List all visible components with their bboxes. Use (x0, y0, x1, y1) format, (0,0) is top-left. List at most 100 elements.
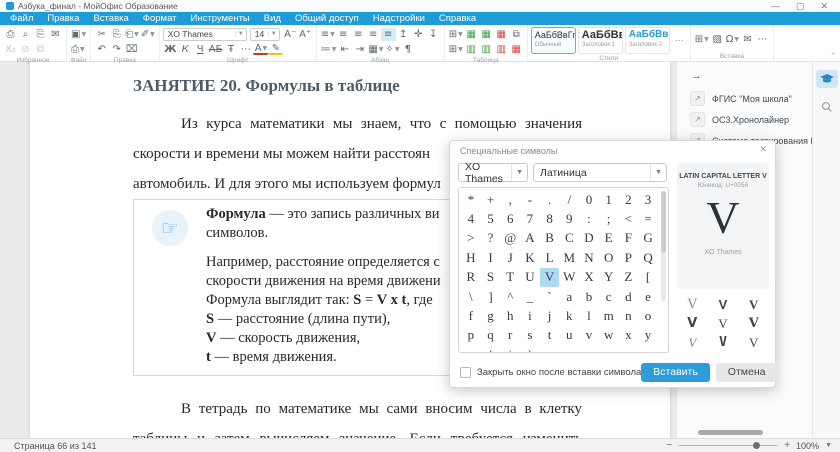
char-cell[interactable]: n (619, 306, 639, 325)
menu-item-0[interactable]: Файл (3, 12, 40, 25)
insert-table2-icon[interactable]: ⊞▼ (694, 33, 710, 46)
char-cell[interactable]: 6 (500, 209, 520, 228)
char-cell[interactable]: { (481, 345, 501, 353)
close-after-insert-checkbox[interactable] (460, 367, 471, 378)
char-cell[interactable]: u (559, 326, 579, 345)
zoom-dropdown-icon[interactable]: ▼ (825, 442, 832, 449)
char-cell[interactable]: O (599, 248, 619, 267)
add-row-above-icon[interactable]: ▥ (464, 43, 479, 56)
save-icon[interactable]: ▣▼ (70, 28, 87, 41)
delete-column-icon[interactable]: ▦ (494, 28, 509, 41)
char-cell[interactable]: M (559, 248, 579, 267)
more-styles-icon[interactable]: ⋯ (672, 35, 687, 46)
cut-icon[interactable]: ✂ (94, 28, 109, 41)
char-cell[interactable]: b (579, 287, 599, 306)
redo-icon[interactable]: ↷ (109, 43, 124, 56)
char-cell[interactable]: h (500, 306, 520, 325)
char-cell[interactable]: 7 (520, 209, 540, 228)
char-cell[interactable]: } (520, 345, 540, 353)
char-cell[interactable]: + (481, 190, 501, 209)
more-font-icon[interactable]: ⋯ (238, 43, 253, 56)
insert-symbol-icon[interactable]: Ω▼ (725, 33, 740, 46)
font-variant-cell[interactable]: V (677, 314, 708, 333)
dialog-font-select[interactable]: XO Thames ▼ (458, 163, 528, 182)
line-spacing-icon[interactable]: ↥ (396, 28, 411, 41)
char-cell[interactable]: T (500, 268, 520, 287)
outdent-icon[interactable]: ⇤ (337, 43, 352, 56)
char-cell[interactable]: 2 (619, 190, 639, 209)
char-cell[interactable]: E (599, 229, 619, 248)
add-row-below-icon[interactable]: ▥ (479, 43, 494, 56)
char-cell[interactable]: P (619, 248, 639, 267)
char-cell[interactable]: k (559, 306, 579, 325)
italic-icon[interactable]: К (178, 43, 193, 56)
char-cell[interactable]: B (540, 229, 560, 248)
spacing-icon[interactable]: ✛ (411, 28, 426, 41)
char-cell[interactable]: 5 (481, 209, 501, 228)
menu-item-5[interactable]: Вид (257, 12, 288, 25)
char-cell[interactable]: , (500, 190, 520, 209)
dialog-close-icon[interactable]: ✕ (759, 144, 767, 155)
char-cell[interactable]: < (619, 209, 639, 228)
sidebar-item-1[interactable]: ↗ОС3.Хронолайнер (677, 109, 812, 130)
sidebar-back-icon[interactable]: → (691, 70, 812, 82)
char-cell[interactable]: R (461, 268, 481, 287)
style-card-heading1[interactable]: АаБбВвЗаголовок 1 (578, 27, 623, 54)
font-size-select[interactable]: 14▼ (250, 28, 280, 41)
paste-icon[interactable]: ⎗▼ (124, 28, 140, 41)
numbered-list-icon[interactable]: ≔▼ (320, 43, 338, 56)
table-grid-icon[interactable]: ⊞▼ (448, 43, 464, 56)
font-variant-cell[interactable]: V (738, 295, 769, 314)
char-cell[interactable]: r (500, 326, 520, 345)
char-cell[interactable]: F (619, 229, 639, 248)
zoom-in-button[interactable]: + (784, 440, 790, 451)
char-cell[interactable]: Y (599, 268, 619, 287)
char-cell[interactable]: z (461, 345, 481, 353)
clear-format-icon[interactable]: ⌧ (124, 43, 139, 56)
char-cell[interactable]: 1 (599, 190, 619, 209)
char-cell[interactable]: i (520, 306, 540, 325)
char-cell[interactable]: @ (500, 229, 520, 248)
font-bigger-icon[interactable]: A⁺ (298, 28, 313, 41)
char-cell[interactable]: V (540, 268, 560, 287)
share-icon[interactable]: ⎘ (33, 28, 48, 41)
style-card-heading2[interactable]: АаБбВвГгЗаголовок 2 (625, 27, 670, 54)
char-cell[interactable]: o (638, 306, 658, 325)
insert-table-icon[interactable]: ⊞▼ (448, 28, 464, 41)
char-cell[interactable]: N (579, 248, 599, 267)
char-cell[interactable]: 9 (559, 209, 579, 228)
menu-item-7[interactable]: Надстройки (366, 12, 432, 25)
font-family-select[interactable]: XO Thames▼ (163, 28, 247, 41)
char-cell[interactable]: 0 (579, 190, 599, 209)
char-cell[interactable]: . (540, 190, 560, 209)
menu-item-3[interactable]: Формат (136, 12, 184, 25)
char-cell[interactable]: H (461, 248, 481, 267)
char-cell[interactable]: - (520, 190, 540, 209)
zoom-out-button[interactable]: − (666, 440, 672, 451)
spacing-after-icon[interactable]: ↧ (426, 28, 441, 41)
align-right-icon[interactable]: ≡ (366, 28, 381, 41)
font-variant-cell[interactable]: V (708, 295, 739, 314)
char-cell[interactable]: U (520, 268, 540, 287)
char-cell[interactable]: 4 (461, 209, 481, 228)
char-cell[interactable]: e (638, 287, 658, 306)
char-cell[interactable]: | (500, 345, 520, 353)
search-icon[interactable]: ⌕ (18, 28, 33, 41)
menu-item-1[interactable]: Правка (40, 12, 86, 25)
minimize-button[interactable]: — (771, 0, 780, 12)
char-cell[interactable]: w (599, 326, 619, 345)
menu-item-4[interactable]: Инструменты (184, 12, 257, 25)
menu-item-2[interactable]: Вставка (86, 12, 135, 25)
font-variant-cell[interactable]: V (708, 333, 739, 352)
add-column-right-icon[interactable]: ▦ (479, 28, 494, 41)
highlight-icon[interactable]: ✎ (268, 43, 283, 55)
menu-item-8[interactable]: Справка (432, 12, 483, 25)
style-card-normal[interactable]: АаБбВвГгДОбычный (531, 27, 576, 54)
copy-icon[interactable]: ⎘ (109, 28, 124, 41)
char-cell[interactable]: s (520, 326, 540, 345)
char-cell[interactable]: l (579, 306, 599, 325)
dialog-subset-select[interactable]: Латиница ▼ (533, 163, 667, 182)
zoom-level[interactable]: 100% (796, 441, 819, 451)
char-cell[interactable]: t (540, 326, 560, 345)
add-column-left-icon[interactable]: ▦ (464, 28, 479, 41)
